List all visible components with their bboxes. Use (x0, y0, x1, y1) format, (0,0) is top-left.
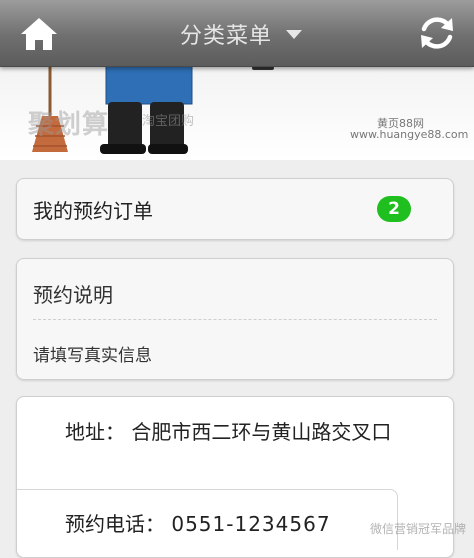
address-label: 地址： (65, 420, 125, 444)
refresh-button[interactable] (416, 12, 458, 54)
phone-text: 预约电话： 0551-1234567 (65, 508, 331, 537)
banner-site-url: www.huangye88.com (350, 128, 469, 141)
reservation-info-text: 请填写真实信息 (33, 346, 152, 366)
home-button[interactable] (18, 14, 60, 54)
phone-row[interactable]: 预约电话： 0551-1234567 (17, 489, 398, 550)
banner-watermark-sub: 淘宝团购 (142, 114, 195, 129)
banner-watermark: 聚划算 (28, 110, 110, 140)
address-value: 合肥市西二环与黄山路交叉口 (131, 420, 392, 444)
chevron-down-icon (286, 29, 303, 39)
orders-count-badge: 2 (377, 196, 411, 222)
category-menu-label: 分类菜单 (180, 24, 273, 49)
divider (33, 319, 437, 320)
promo-banner[interactable]: 聚划算 淘宝团购 黄页88网 www.huangye88.com (0, 66, 474, 160)
refresh-icon (421, 17, 453, 49)
address-text: 地址： 合肥市西二环与黄山路交叉口 (65, 415, 415, 449)
phone-number[interactable]: 0551-1234567 (171, 512, 330, 536)
reservation-info-card: 预约说明 请填写真实信息 (16, 258, 454, 380)
reservation-info-title: 预约说明 (33, 283, 113, 307)
home-icon (21, 18, 57, 50)
orders-label: 我的预约订单 (33, 199, 153, 223)
top-bar: 分类菜单 (0, 0, 474, 67)
my-reservation-orders-item[interactable]: 我的预约订单 2 (16, 178, 454, 240)
category-menu-dropdown[interactable]: 分类菜单 (180, 18, 303, 50)
corner-watermark: 微信营销冠军品牌 (369, 522, 466, 536)
phone-label: 预约电话： (65, 512, 165, 536)
